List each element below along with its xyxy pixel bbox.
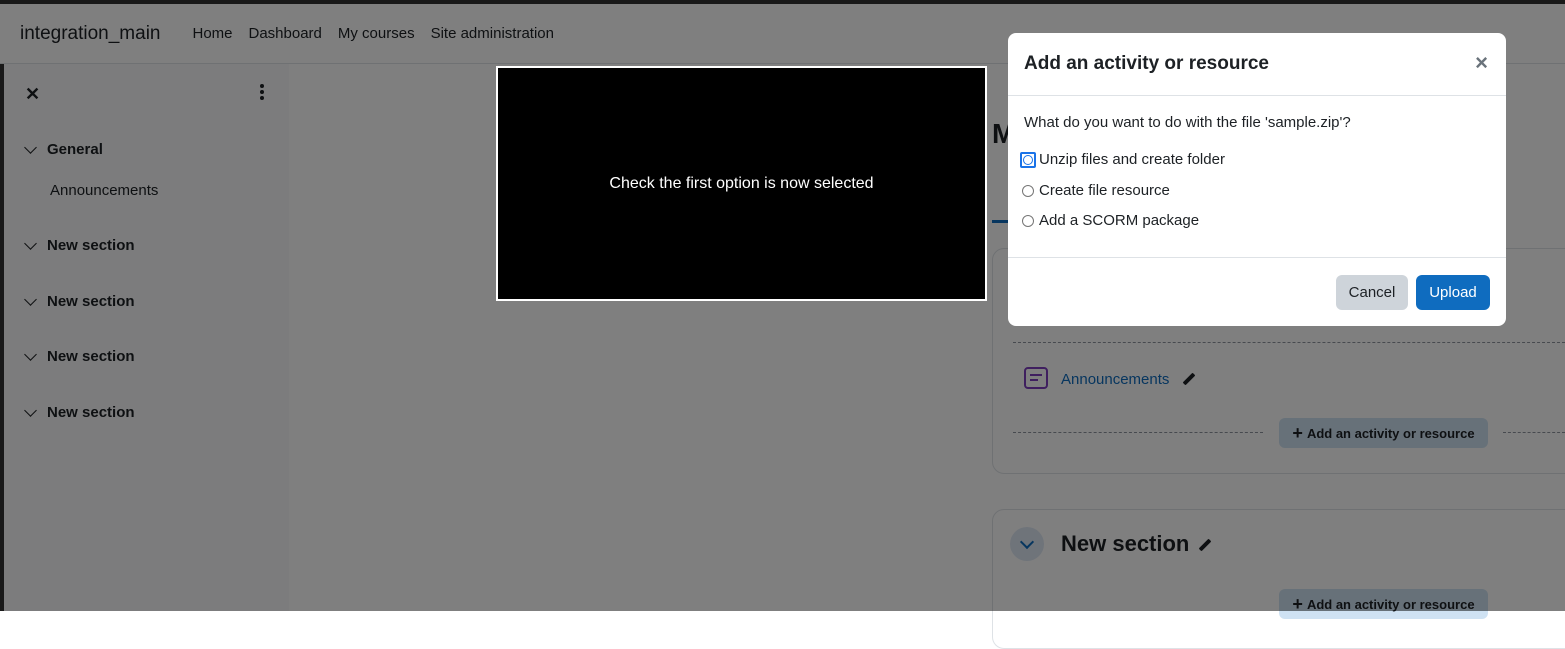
- modal-header: Add an activity or resource ×: [1008, 33, 1506, 96]
- add-activity-modal: Add an activity or resource × What do yo…: [1008, 33, 1506, 326]
- radio-add-scorm[interactable]: [1022, 214, 1034, 227]
- option-label: Create file resource: [1039, 182, 1170, 199]
- close-icon[interactable]: ×: [1475, 50, 1488, 76]
- upload-button[interactable]: Upload: [1416, 275, 1490, 310]
- modal-title: Add an activity or resource: [1024, 53, 1269, 74]
- cancel-button[interactable]: Cancel: [1336, 275, 1408, 310]
- radio-unzip[interactable]: [1020, 151, 1036, 168]
- option-unzip[interactable]: Unzip files and create folder: [1020, 151, 1225, 168]
- option-label: Add a SCORM package: [1039, 212, 1200, 229]
- instruction-overlay: Check the first option is now selected: [496, 66, 987, 301]
- modal-question: What do you want to do with the file 'sa…: [1024, 114, 1351, 131]
- option-create-file-resource[interactable]: Create file resource: [1022, 182, 1170, 199]
- radio-create-file-resource[interactable]: [1022, 184, 1034, 197]
- modal-footer: Cancel Upload: [1008, 257, 1506, 327]
- overlay-text: Check the first option is now selected: [609, 174, 874, 192]
- option-label: Unzip files and create folder: [1039, 151, 1225, 168]
- option-add-scorm[interactable]: Add a SCORM package: [1022, 212, 1199, 229]
